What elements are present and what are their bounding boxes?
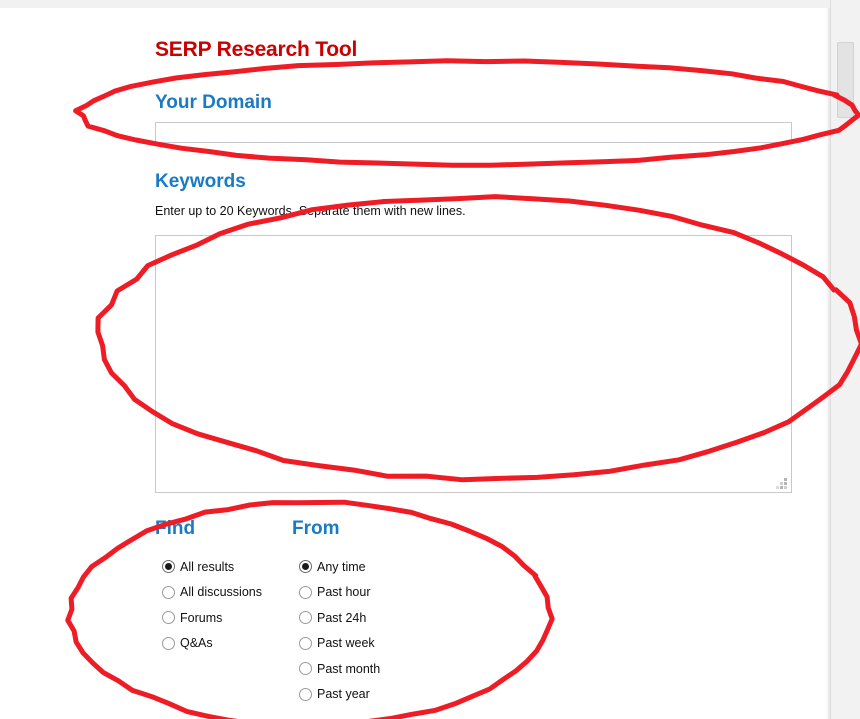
your-domain-label: Your Domain xyxy=(155,92,272,113)
from-option-label-4: Past month xyxy=(317,661,381,676)
browser-top-strip xyxy=(0,0,860,8)
find-radio-icon-3[interactable] xyxy=(162,636,175,650)
keywords-textarea[interactable] xyxy=(155,235,792,493)
from-option-3[interactable]: Past week xyxy=(299,631,380,657)
from-option-label-2: Past 24h xyxy=(317,610,367,625)
vertical-scrollbar-thumb[interactable] xyxy=(837,42,854,118)
from-option-label-3: Past week xyxy=(317,636,375,650)
find-option-2[interactable]: Forums xyxy=(162,605,262,631)
from-radio-icon-3[interactable] xyxy=(299,636,312,650)
find-options-list: All results All discussions Forums Q&As xyxy=(155,554,262,656)
vertical-scrollbar[interactable] xyxy=(830,0,860,719)
find-option-1[interactable]: All discussions xyxy=(162,580,262,606)
from-option-label-1: Past hour xyxy=(317,585,371,599)
page-title: SERP Research Tool xyxy=(155,38,358,61)
from-radio-icon-1[interactable] xyxy=(299,585,312,599)
find-radio-icon-0[interactable] xyxy=(162,560,175,574)
keywords-hint-text: Enter up to 20 Keywords. Separate them w… xyxy=(155,204,466,218)
find-option-label-0: All results xyxy=(180,559,235,574)
from-option-1[interactable]: Past hour xyxy=(299,580,380,606)
from-option-4[interactable]: Past month xyxy=(299,656,380,682)
find-option-0[interactable]: All results xyxy=(162,554,262,580)
from-option-label-5: Past year xyxy=(317,687,370,701)
from-radio-icon-4[interactable] xyxy=(299,662,312,676)
your-domain-input[interactable] xyxy=(155,122,792,143)
from-option-5[interactable]: Past year xyxy=(299,682,380,708)
from-radio-icon-5[interactable] xyxy=(299,687,312,701)
from-option-label-0: Any time xyxy=(317,559,366,574)
find-option-3[interactable]: Q&As xyxy=(162,631,262,657)
from-group-heading: From xyxy=(292,518,340,539)
from-filter-group: From Any time Past hour Past 24h Past week P… xyxy=(292,518,380,707)
from-option-2[interactable]: Past 24h xyxy=(299,605,380,631)
page-viewport: SERP Research Tool Your Domain Keywords … xyxy=(0,8,830,719)
keywords-label: Keywords xyxy=(155,171,246,192)
find-radio-icon-2[interactable] xyxy=(162,611,175,625)
from-radio-icon-2[interactable] xyxy=(299,611,312,625)
from-radio-icon-0[interactable] xyxy=(299,560,312,574)
find-radio-icon-1[interactable] xyxy=(162,585,175,599)
find-option-label-1: All discussions xyxy=(180,585,262,599)
find-group-heading: Find xyxy=(155,518,196,539)
from-option-0[interactable]: Any time xyxy=(299,554,380,580)
find-filter-group: Find All results All discussions Forums Q&A… xyxy=(155,518,262,656)
find-option-label-3: Q&As xyxy=(180,636,213,650)
from-options-list: Any time Past hour Past 24h Past week Past m… xyxy=(292,554,380,707)
find-option-label-2: Forums xyxy=(180,610,223,625)
